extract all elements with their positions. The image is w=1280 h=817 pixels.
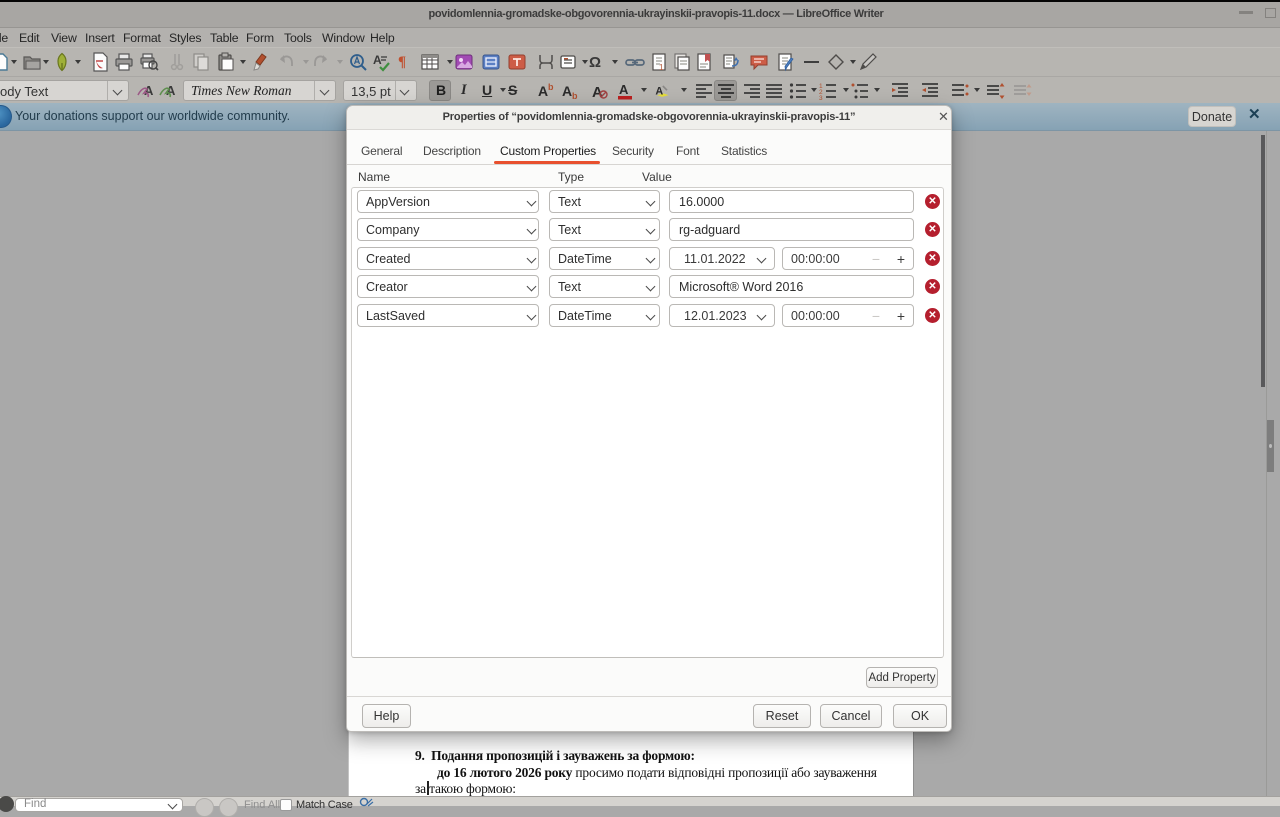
svg-text:3: 3 xyxy=(819,95,823,101)
svg-text:A: A xyxy=(538,83,548,99)
svg-text:A: A xyxy=(373,53,382,67)
svg-text:A: A xyxy=(562,83,572,99)
svg-text:b: b xyxy=(548,82,554,92)
svg-text:A: A xyxy=(619,82,629,97)
svg-text:A: A xyxy=(655,85,663,97)
svg-text:b: b xyxy=(572,91,578,101)
svg-text:1: 1 xyxy=(659,63,664,72)
